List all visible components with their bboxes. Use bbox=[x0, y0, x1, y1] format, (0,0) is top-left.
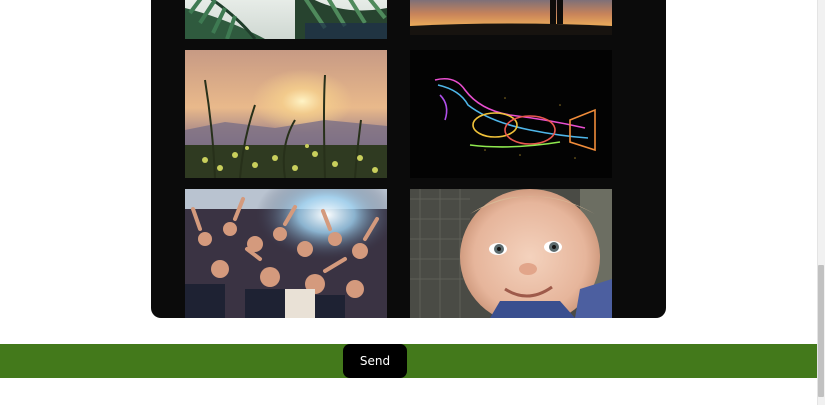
neon-trumpet-photo[interactable] bbox=[410, 50, 612, 178]
send-button[interactable]: Send bbox=[343, 344, 407, 378]
smiling-baby-photo[interactable] bbox=[410, 189, 612, 318]
concert-crowd-photo[interactable] bbox=[185, 189, 387, 318]
wildflowers-sunset-photo[interactable] bbox=[185, 50, 387, 178]
image-gallery bbox=[151, 0, 666, 318]
send-bar bbox=[0, 344, 817, 378]
sunset-silhouette-photo[interactable] bbox=[410, 0, 612, 35]
palm-leaves-photo[interactable] bbox=[185, 0, 387, 39]
scrollbar-thumb[interactable] bbox=[818, 265, 824, 397]
page: Send bbox=[0, 0, 825, 405]
